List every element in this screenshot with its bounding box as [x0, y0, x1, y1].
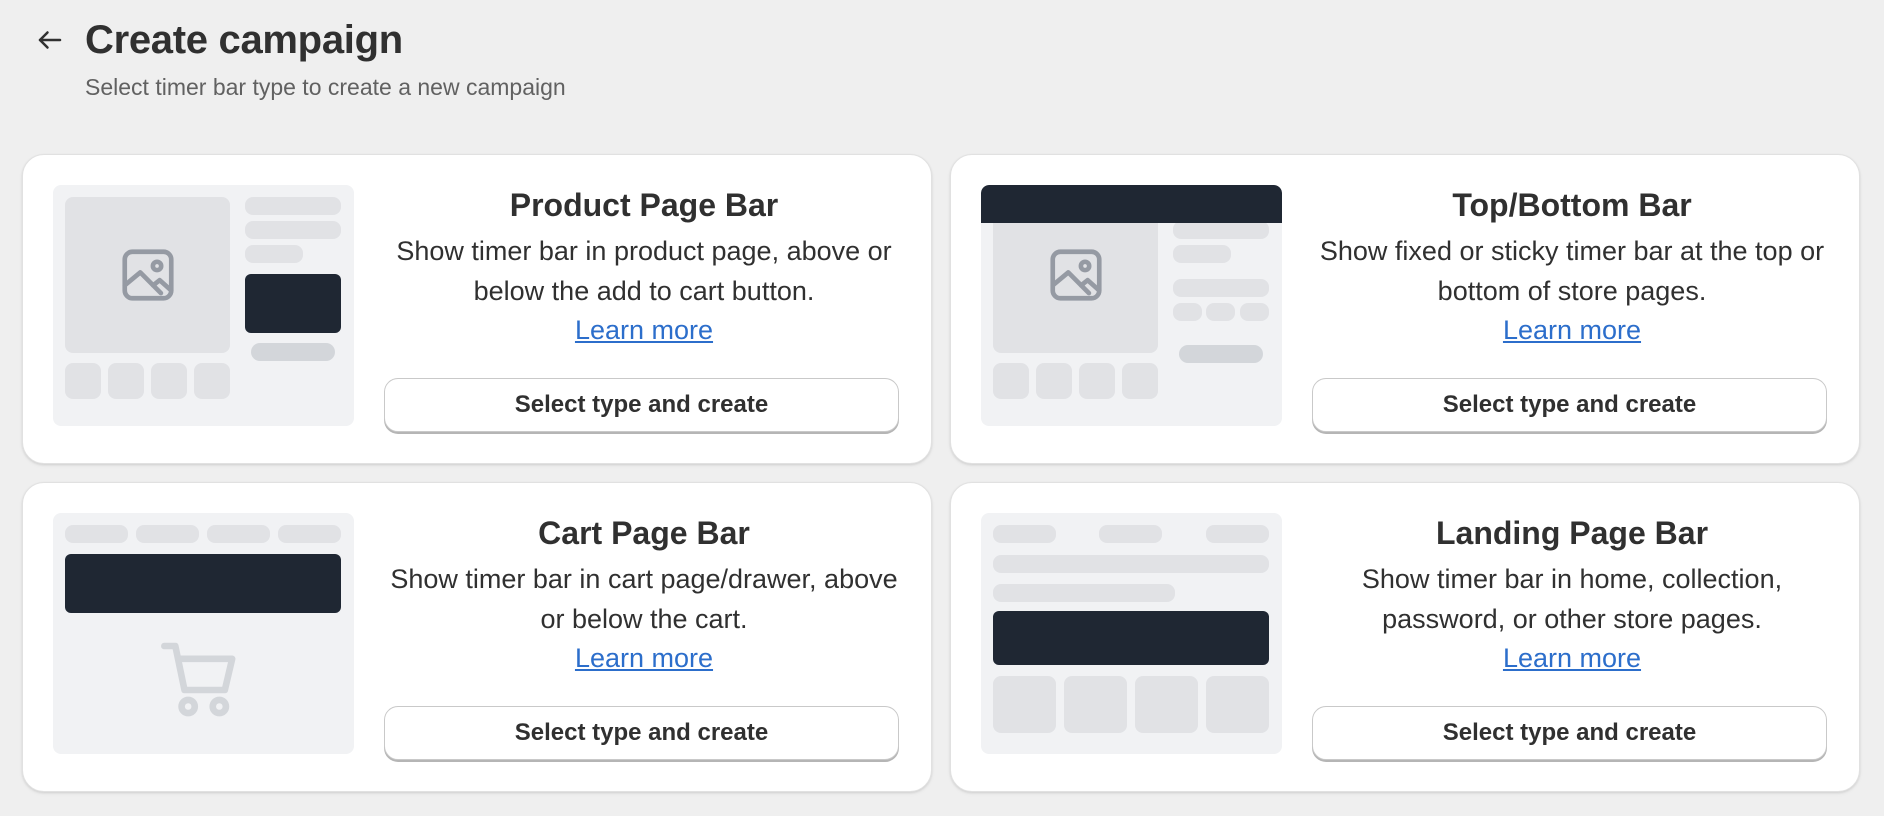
top-bottom-bar-card: Top/Bottom Bar Show fixed or sticky time… — [950, 154, 1860, 464]
cart-icon — [161, 642, 236, 717]
landing-page-illustration — [981, 513, 1282, 754]
select-type-button[interactable]: Select type and create — [1312, 706, 1827, 760]
landing-page-bar-card: Landing Page Bar Show timer bar in home,… — [950, 482, 1860, 792]
card-title: Product Page Bar — [509, 187, 779, 223]
learn-more-link[interactable]: Learn more — [575, 311, 713, 349]
card-description: Show timer bar in cart page/drawer, abov… — [390, 564, 898, 634]
card-body: Landing Page Bar Show timer bar in home,… — [1312, 513, 1832, 677]
back-button[interactable] — [30, 20, 70, 60]
cart-page-illustration — [53, 513, 354, 754]
top-bar-block — [981, 185, 1282, 223]
learn-more-link[interactable]: Learn more — [1503, 639, 1641, 677]
card-body: Top/Bottom Bar Show fixed or sticky time… — [1312, 185, 1832, 349]
card-description: Show timer bar in product page, above or… — [396, 236, 892, 306]
learn-more-link[interactable]: Learn more — [575, 639, 713, 677]
page-subtitle: Select timer bar type to create a new ca… — [85, 74, 566, 100]
card-body: Cart Page Bar Show timer bar in cart pag… — [384, 513, 904, 677]
select-type-button[interactable]: Select type and create — [384, 378, 899, 432]
page-title: Create campaign — [85, 18, 403, 62]
card-title: Cart Page Bar — [538, 515, 750, 551]
card-description: Show timer bar in home, collection, pass… — [1361, 564, 1783, 634]
image-icon — [1050, 249, 1102, 301]
card-body: Product Page Bar Show timer bar in produ… — [384, 185, 904, 349]
card-description: Show fixed or sticky timer bar at the to… — [1319, 236, 1825, 306]
product-page-illustration — [53, 185, 354, 426]
learn-more-link[interactable]: Learn more — [1503, 311, 1641, 349]
select-type-button[interactable]: Select type and create — [1312, 378, 1827, 432]
card-title: Top/Bottom Bar — [1452, 187, 1692, 223]
cart-page-bar-card: Cart Page Bar Show timer bar in cart pag… — [22, 482, 932, 792]
select-type-button[interactable]: Select type and create — [384, 706, 899, 760]
top-bottom-illustration — [981, 185, 1282, 426]
page-header: Create campaign Select timer bar type to… — [26, 16, 1126, 106]
image-icon — [122, 249, 174, 301]
card-title: Landing Page Bar — [1435, 515, 1709, 551]
product-page-bar-card: Product Page Bar Show timer bar in produ… — [22, 154, 932, 464]
arrow-left-icon — [38, 31, 62, 49]
